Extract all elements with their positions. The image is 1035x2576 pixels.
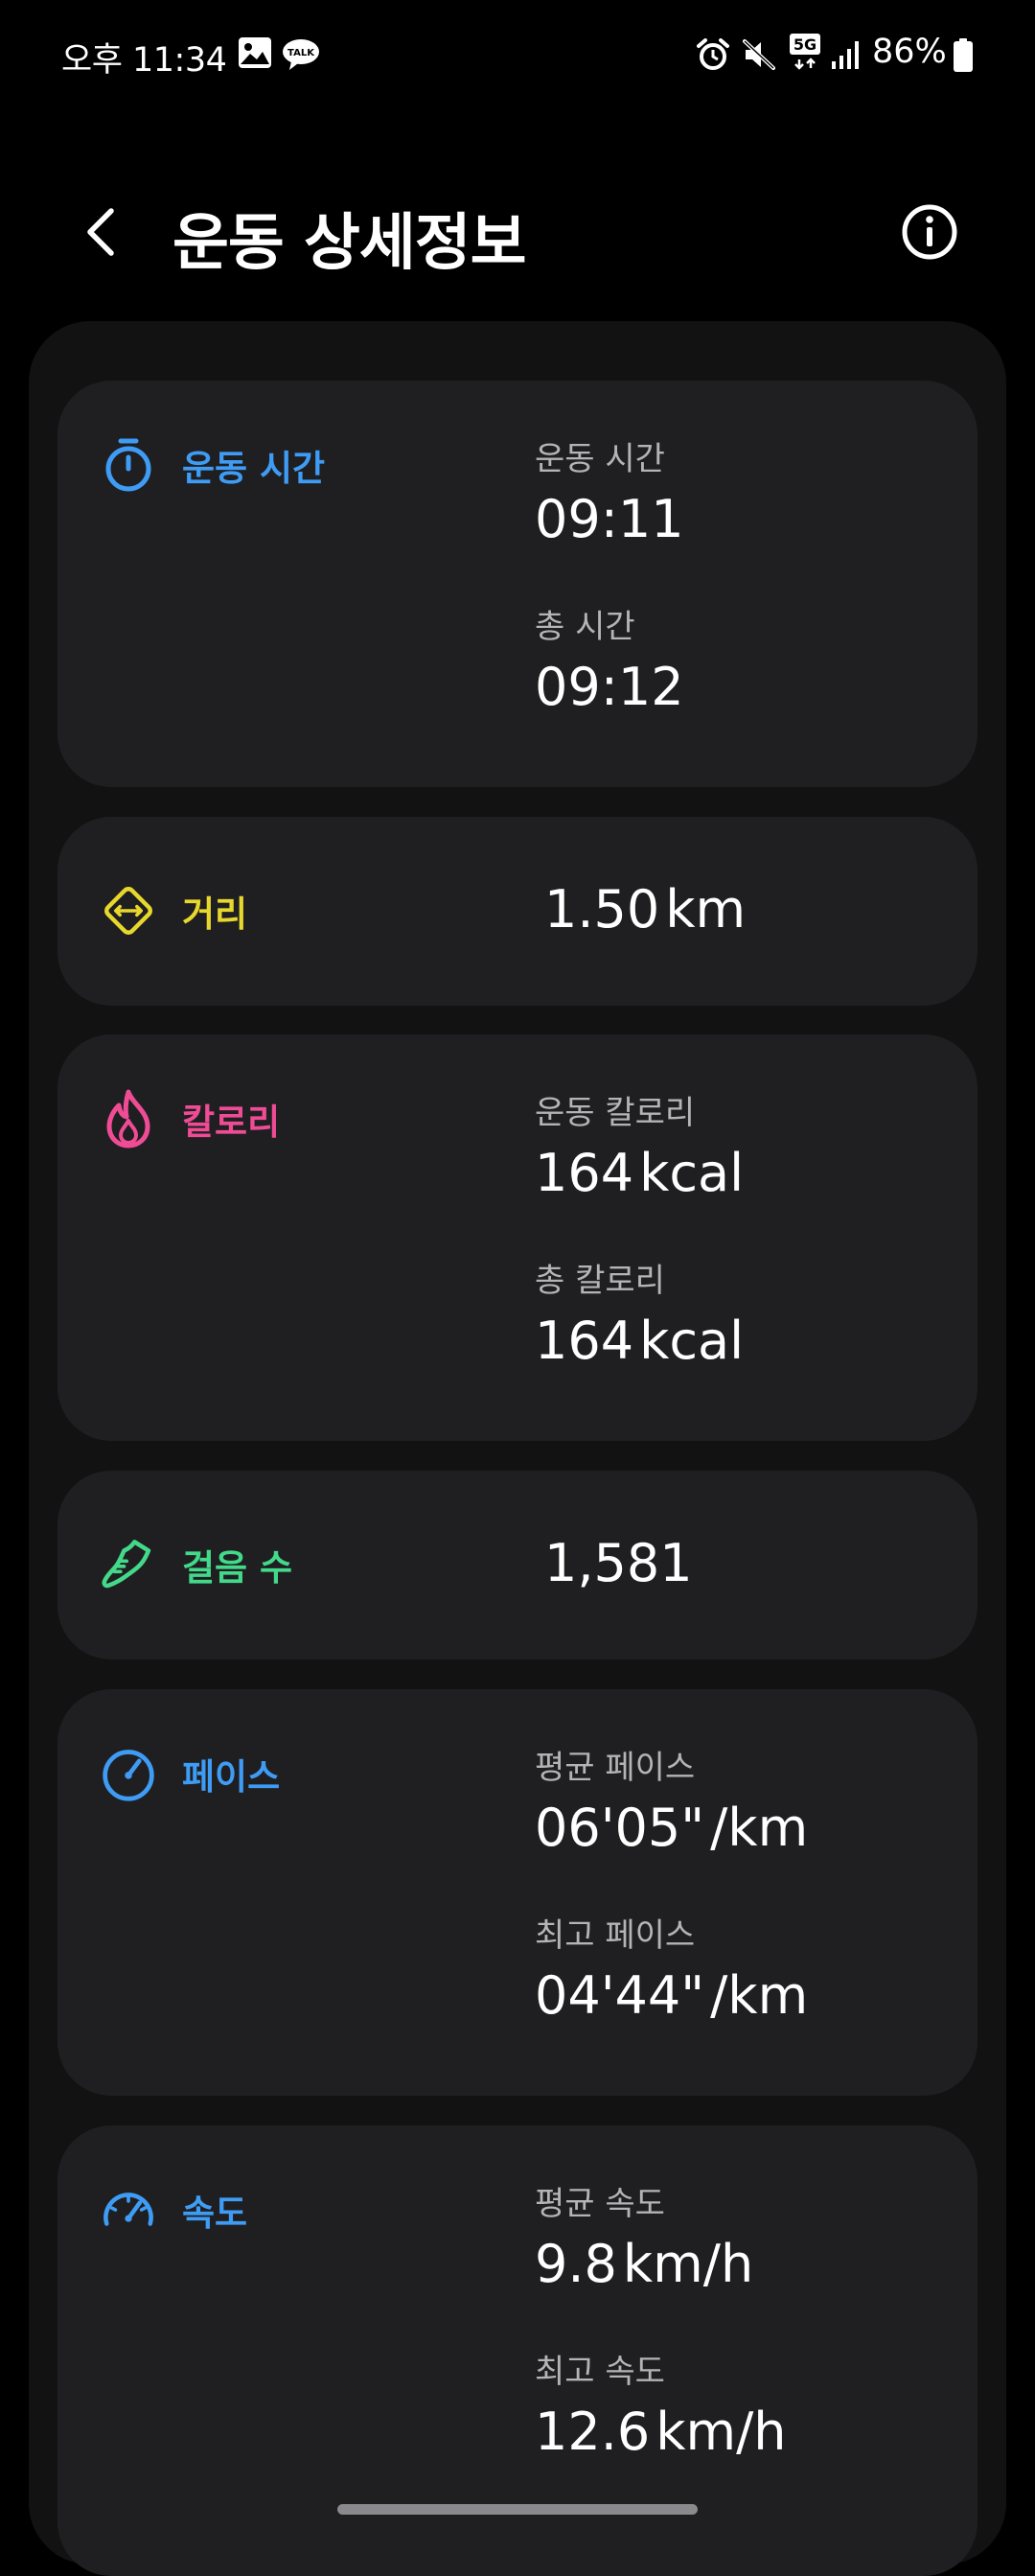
info-button[interactable] (897, 199, 962, 265)
distance-card[interactable]: 거리 1.50 km (58, 817, 978, 1006)
speedometer-icon (100, 2181, 157, 2239)
calories-card[interactable]: 칼로리 운동 칼로리 164 kcal 총 칼로리 164 kcal (58, 1034, 978, 1441)
workout-details-list[interactable]: 운동 시간 운동 시간 09:11 총 시간 09:12 거리 1.50 km 칼… (29, 321, 1006, 2576)
metric-unit: /km (710, 1965, 809, 2026)
back-button[interactable] (67, 197, 136, 267)
metric-label: 운동 칼로리 (535, 1094, 696, 1132)
distance-unit: km (665, 879, 747, 940)
metric-label: 최고 페이스 (535, 1916, 696, 1955)
image-icon (238, 36, 272, 73)
metric-value: 09:11 (535, 489, 684, 549)
average-pace-metric: 평균 페이스 06'05"/km (535, 1747, 808, 1862)
app-bar: 운동 상세정보 (0, 173, 1035, 288)
distance-label: 거리 (182, 893, 248, 935)
alarm-icon (696, 38, 730, 75)
metric-number: 164 (535, 1311, 634, 1371)
steps-header: 걸음 수 (100, 1536, 292, 1593)
distance-value: 1.50 km (544, 876, 746, 943)
max-speed-metric: 최고 속도 12.6 km/h (535, 2351, 787, 2466)
pace-label: 페이스 (182, 1756, 281, 1798)
distance-number: 1.50 (544, 879, 660, 940)
stopwatch-icon (100, 436, 157, 494)
metric-label: 총 칼로리 (535, 1262, 665, 1300)
total-calories-metric: 총 칼로리 164 kcal (535, 1260, 744, 1375)
average-speed-metric: 평균 속도 9.8 km/h (535, 2183, 753, 2298)
metric-number: 9.8 (535, 2234, 617, 2294)
metric-label: 평균 속도 (535, 2185, 665, 2223)
shoe-icon (100, 1536, 157, 1593)
svg-text:TALK: TALK (288, 48, 315, 58)
metric-value: 164 kcal (535, 1140, 744, 1207)
metric-label: 운동 시간 (535, 440, 665, 478)
metric-unit: kcal (639, 1311, 745, 1371)
calories-label: 칼로리 (182, 1102, 281, 1143)
signal-icon (830, 38, 862, 75)
metric-value: 9.8 km/h (535, 2231, 753, 2298)
flame-icon (100, 1089, 157, 1149)
steps-value: 1,581 (544, 1533, 693, 1593)
metric-unit: /km (710, 1798, 809, 1858)
status-time: 오후 11:34 (61, 41, 227, 80)
workout-time-header: 운동 시간 (100, 436, 325, 494)
distance-header: 거리 (100, 882, 247, 940)
workout-time-label: 운동 시간 (182, 448, 326, 489)
workout-time-card[interactable]: 운동 시간 운동 시간 09:11 총 시간 09:12 (58, 381, 978, 787)
metric-label: 평균 페이스 (535, 1749, 696, 1787)
metric-label: 최고 속도 (535, 2353, 665, 2391)
total-time-metric: 총 시간 09:12 (535, 606, 684, 721)
page-title: 운동 상세정보 (172, 208, 527, 279)
workout-time-metric: 운동 시간 09:11 (535, 438, 684, 553)
metric-number: 164 (535, 1143, 634, 1203)
mute-icon (742, 38, 776, 75)
distance-icon (100, 882, 157, 940)
metric-value: 12.6 km/h (535, 2399, 787, 2466)
battery-percent: 86% (872, 33, 947, 71)
status-bar: 오후 11:34 TALK 5G 86% (0, 0, 1035, 110)
speed-label: 속도 (182, 2193, 248, 2234)
talk-icon: TALK (282, 38, 320, 75)
svg-text:5G: 5G (794, 35, 816, 54)
metric-number: 04'44" (535, 1965, 705, 2026)
metric-number: 06'05" (535, 1798, 705, 1858)
5g-icon: 5G (788, 33, 826, 75)
metric-value: 164 kcal (535, 1308, 744, 1375)
metric-number: 12.6 (535, 2402, 651, 2462)
home-indicator[interactable] (337, 2504, 698, 2515)
battery-icon (953, 38, 974, 77)
metric-value: 06'05"/km (535, 1795, 808, 1862)
metric-unit: km/h (656, 2402, 787, 2462)
metric-value: 04'44"/km (535, 1962, 808, 2030)
speed-header: 속도 (100, 2181, 247, 2239)
steps-label: 걸음 수 (182, 1547, 293, 1589)
info-icon (902, 204, 957, 260)
calories-header: 칼로리 (100, 1089, 281, 1149)
metric-label: 총 시간 (535, 608, 635, 646)
metric-unit: kcal (639, 1143, 745, 1203)
pace-header: 페이스 (100, 1745, 280, 1802)
pace-gauge-icon (100, 1745, 157, 1802)
metric-value: 09:12 (535, 657, 684, 717)
workout-calories-metric: 운동 칼로리 164 kcal (535, 1092, 744, 1207)
best-pace-metric: 최고 페이스 04'44"/km (535, 1915, 808, 2030)
pace-card[interactable]: 페이스 평균 페이스 06'05"/km 최고 페이스 04'44"/km (58, 1689, 978, 2096)
back-arrow-icon (87, 208, 114, 256)
steps-card[interactable]: 걸음 수 1,581 (58, 1471, 978, 1659)
metric-unit: km/h (622, 2234, 754, 2294)
